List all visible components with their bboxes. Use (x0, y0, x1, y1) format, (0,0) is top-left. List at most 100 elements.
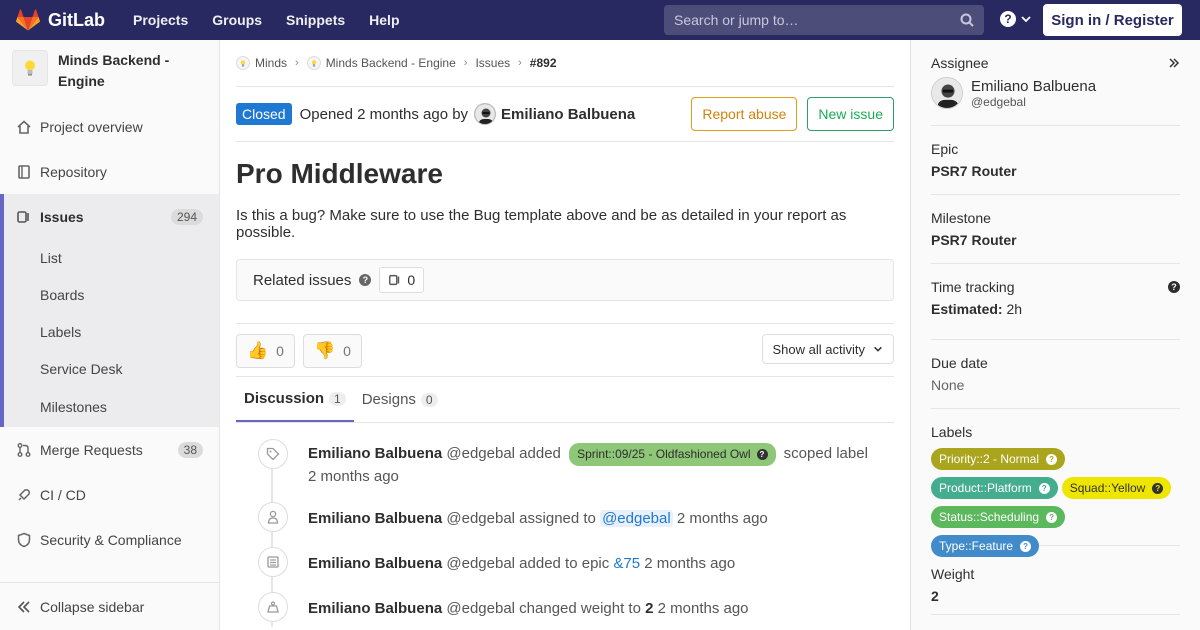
question-circle-icon: ? (1152, 482, 1164, 494)
issue-detail-header: Closed Opened 2 months ago by Emiliano B… (236, 87, 894, 142)
label-chip[interactable]: Product::Platform? (931, 477, 1058, 499)
assignee-row[interactable]: Emiliano Balbuena @edgebal (931, 77, 1180, 109)
tag-icon (258, 439, 288, 469)
breadcrumb-group-label: Minds (255, 56, 288, 70)
weight-value: 2 (931, 588, 939, 604)
note-suffix: scoped label (783, 445, 868, 462)
thumbs-down-button[interactable]: 👎 0 (302, 334, 362, 368)
note-handle[interactable]: @edgebal (446, 445, 515, 462)
breadcrumb-issue-id[interactable]: #892 (530, 56, 557, 70)
sidebar-item-cicd[interactable]: CI / CD (0, 472, 219, 517)
report-abuse-button[interactable]: Report abuse (691, 97, 798, 131)
timeline-note: Emiliano Balbuena @edgebal changed weigh… (258, 582, 894, 627)
activity-filter-label: Show all activity (772, 341, 865, 357)
chevron-down-icon (874, 346, 882, 352)
sprint-label-text: Sprint::09/25 - Oldfashioned Owl (577, 447, 751, 461)
question-circle-icon[interactable]: ? (1168, 281, 1180, 293)
search-input[interactable] (674, 12, 960, 28)
assignee-name[interactable]: Emiliano Balbuena (971, 78, 1096, 95)
note-author[interactable]: Emiliano Balbuena (308, 600, 442, 617)
sidebar-item-merge-requests[interactable]: Merge Requests 38 (0, 427, 219, 472)
sidebar-subitem-list[interactable]: List (4, 239, 219, 276)
note-time: 2 months ago (676, 510, 768, 527)
sidebar-subitem-labels[interactable]: Labels (4, 313, 219, 350)
question-circle-icon: ? (1020, 540, 1032, 552)
time-tracking-block: Time tracking ? Estimated: 2h (931, 264, 1180, 340)
new-issue-button[interactable]: New issue (807, 97, 894, 131)
search-box[interactable] (664, 5, 984, 35)
avatar[interactable] (474, 103, 497, 125)
due-date-value: None (931, 377, 965, 393)
sidebar-item-repository[interactable]: Repository (0, 149, 219, 194)
sidebar-item-label: Merge Requests (40, 441, 143, 458)
note-time: 2 months ago (308, 468, 399, 485)
sidebar-item-security[interactable]: Security & Compliance (0, 517, 219, 562)
note-action: added (519, 445, 561, 462)
label-chip-text: Type::Feature (939, 539, 1014, 553)
question-circle-icon: ? (1046, 511, 1058, 523)
sidebar-item-issues[interactable]: Issues 294 (4, 194, 219, 239)
epic-block: Epic PSR7 Router (931, 126, 1180, 195)
nav-snippets[interactable]: Snippets (286, 12, 345, 28)
sidebar-item-label: Issues (40, 208, 84, 225)
chevron-down-icon (1021, 16, 1031, 23)
lightbulb-icon (25, 60, 35, 76)
note-author[interactable]: Emiliano Balbuena (308, 510, 442, 527)
collapse-sidebar-button[interactable]: Collapse sidebar (0, 582, 219, 630)
label-chip[interactable]: Status::Scheduling? (931, 506, 1066, 528)
sidebar-subitem-milestones[interactable]: Milestones (4, 387, 219, 427)
issue-tabs: Discussion 1 Designs 0 (236, 376, 894, 423)
label-chip[interactable]: Priority::2 - Normal? (931, 448, 1066, 470)
user-mention-link[interactable]: @edgebal (600, 510, 673, 527)
epic-label: Epic (931, 141, 959, 157)
breadcrumb: Minds › Minds Backend - Engine › Issues … (236, 40, 894, 87)
status-badge: Closed (236, 103, 292, 125)
nav-groups[interactable]: Groups (212, 12, 262, 28)
breadcrumb-issues[interactable]: Issues (475, 56, 510, 70)
activity-filter-dropdown[interactable]: Show all activity (761, 334, 894, 364)
sidebar-subitem-service-desk[interactable]: Service Desk (4, 350, 219, 387)
sign-in-button[interactable]: Sign in / Register (1043, 4, 1182, 36)
sidebar-group-issues: Issues 294 List Boards Labels Service De… (0, 194, 219, 427)
thumbs-down-icon: 👎 (313, 341, 336, 360)
label-chip[interactable]: Squad::Yellow? (1061, 477, 1172, 499)
avatar (931, 77, 963, 109)
note-handle[interactable]: @edgebal (446, 510, 515, 527)
assignee-block: Assignee Emiliano Balbuena @edgebal (931, 40, 1180, 126)
milestone-value[interactable]: PSR7 Router (931, 232, 1180, 248)
sidebar-item-overview[interactable]: Project overview (0, 104, 219, 149)
related-issues-count[interactable]: 0 (379, 267, 425, 293)
assignee-label: Assignee (931, 55, 989, 71)
left-sidebar: Minds Backend - Engine Project overview … (0, 40, 220, 630)
tab-discussion[interactable]: Discussion 1 (236, 377, 354, 422)
issue-description: Is this a bug? Make sure to use the Bug … (236, 207, 847, 241)
tab-designs-label: Designs (361, 391, 416, 408)
breadcrumb-group[interactable]: Minds (236, 56, 287, 70)
user-avatar-icon (475, 104, 496, 124)
project-header[interactable]: Minds Backend - Engine (0, 40, 219, 104)
label-chip-text: Priority::2 - Normal (939, 452, 1040, 466)
question-circle-icon[interactable]: ? (359, 274, 372, 286)
breadcrumb-project[interactable]: Minds Backend - Engine (306, 56, 456, 70)
note-author[interactable]: Emiliano Balbuena (308, 555, 442, 572)
sidebar-subitem-boards[interactable]: Boards (4, 276, 219, 313)
gitlab-logo[interactable]: GitLab (16, 9, 105, 31)
double-chevron-left-icon (17, 600, 30, 613)
nav-help[interactable]: Help (369, 12, 399, 28)
epic-value[interactable]: PSR7 Router (931, 163, 1180, 179)
emoji-reactions-row: 👍 0 👎 0 Show all activity (236, 323, 894, 376)
double-chevron-right-icon[interactable] (1168, 57, 1180, 69)
note-handle[interactable]: @edgebal (446, 600, 515, 617)
tab-designs[interactable]: Designs 0 (354, 377, 446, 422)
nav-projects[interactable]: Projects (133, 12, 188, 28)
help-dropdown[interactable]: ? (1000, 11, 1032, 27)
sidebar-item-label: Security & Compliance (40, 531, 182, 548)
label-chip[interactable]: Type::Feature? (931, 535, 1040, 557)
thumbs-up-button[interactable]: 👍 0 (236, 334, 295, 368)
note-handle[interactable]: @edgebal (446, 555, 515, 572)
project-name: Minds Backend - Engine (58, 52, 170, 89)
epic-link[interactable]: &75 (613, 555, 640, 572)
sprint-scoped-label[interactable]: Sprint::09/25 - Oldfashioned Owl ? (569, 443, 776, 466)
author-link[interactable]: Emiliano Balbuena (501, 106, 635, 123)
note-author[interactable]: Emiliano Balbuena (308, 445, 442, 462)
